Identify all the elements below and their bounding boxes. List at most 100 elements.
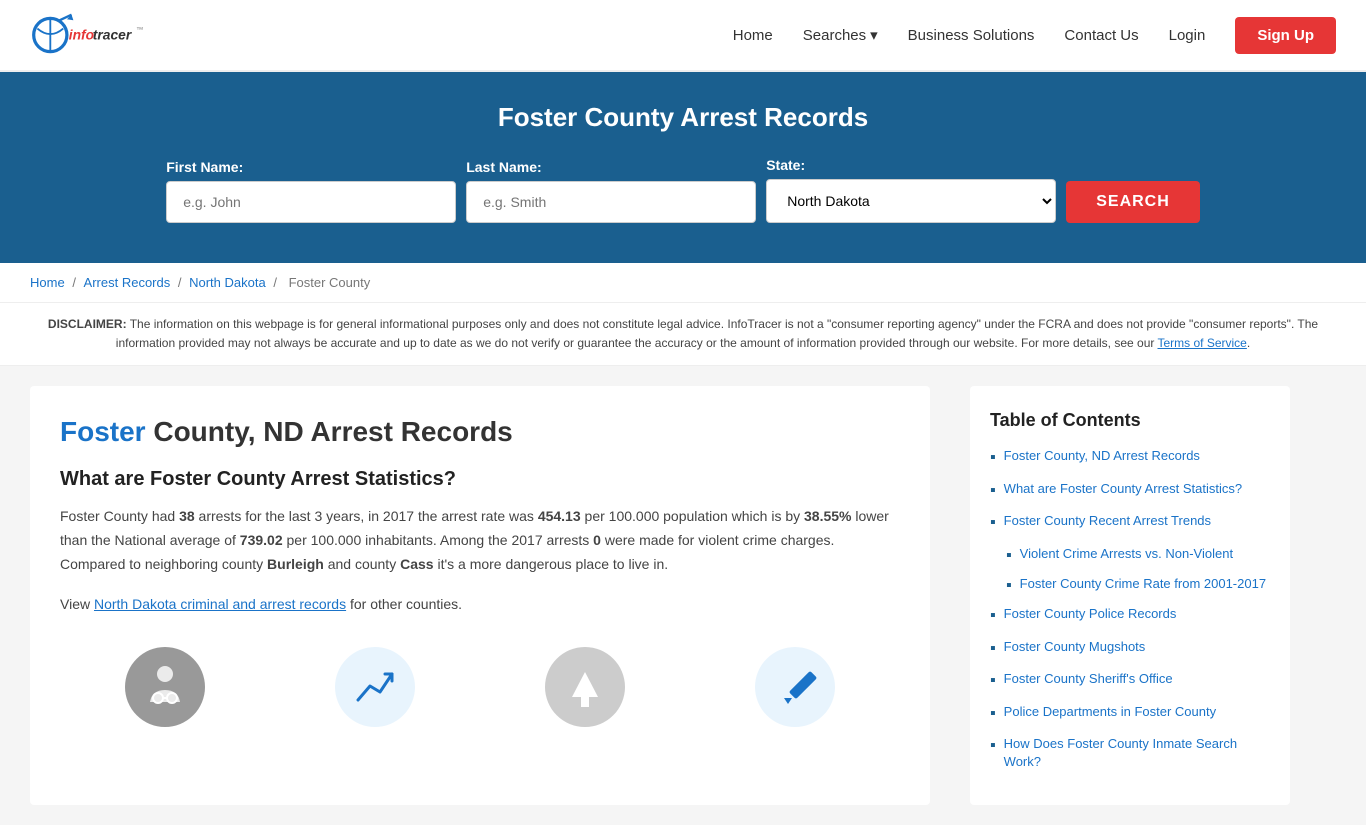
section1-paragraph2: View North Dakota criminal and arrest re…: [60, 593, 900, 617]
p1-text3: per 100.000 population which is by: [581, 508, 804, 524]
chevron-down-icon: ▾: [870, 26, 878, 44]
svg-text:tracer: tracer: [93, 27, 133, 43]
toc-link[interactable]: How Does Foster County Inmate Search Wor…: [1004, 735, 1270, 771]
signup-button[interactable]: Sign Up: [1235, 17, 1336, 54]
breadcrumb-sep3: /: [273, 275, 280, 290]
toc-sub-bullet: ▪: [1006, 575, 1012, 597]
state-select[interactable]: AlabamaAlaskaArizonaArkansasCaliforniaCo…: [766, 179, 1056, 223]
toc-item: ▪ Foster County, ND Arrest Records: [990, 447, 1270, 469]
content-area: Foster County, ND Arrest Records What ar…: [30, 386, 930, 805]
first-name-label: First Name:: [166, 159, 456, 175]
toc-item: ▪ How Does Foster County Inmate Search Wo…: [990, 735, 1270, 771]
icon-item-4: [690, 647, 900, 727]
icon-item-1: [60, 647, 270, 727]
toc-bullet: ▪: [990, 447, 996, 469]
arrest-icon: [125, 647, 205, 727]
last-name-input[interactable]: [466, 181, 756, 223]
pencil-icon: [755, 647, 835, 727]
icon-row: [60, 637, 900, 727]
nav-business-solutions[interactable]: Business Solutions: [908, 27, 1035, 44]
p1-national-avg: 739.02: [240, 532, 283, 548]
p1-text8: it's a more dangerous place to live in.: [434, 556, 669, 572]
p1-intro: Foster County had: [60, 508, 179, 524]
toc-link[interactable]: Foster County Recent Arrest Trends: [1004, 512, 1211, 530]
toc-sub-link[interactable]: Violent Crime Arrests vs. Non-Violent: [1020, 545, 1233, 563]
breadcrumb-north-dakota[interactable]: North Dakota: [189, 275, 266, 290]
disclaimer-bar: DISCLAIMER: The information on this webp…: [0, 303, 1366, 366]
main-nav: Home Searches ▾ Business Solutions Conta…: [733, 17, 1336, 54]
section1-heading: What are Foster County Arrest Statistics…: [60, 468, 900, 491]
nd-criminal-records-link[interactable]: North Dakota criminal and arrest records: [94, 596, 346, 612]
content-title-rest: County, ND Arrest Records: [146, 416, 513, 447]
trend-up-icon: [335, 647, 415, 727]
p1-pct: 38.55%: [804, 508, 851, 524]
toc-sub-link[interactable]: Foster County Crime Rate from 2001-2017: [1020, 575, 1266, 593]
header: info tracer ™ Home Searches ▾ Business S…: [0, 0, 1366, 72]
toc-item: ▪ What are Foster County Arrest Statistic…: [990, 480, 1270, 502]
toc-link[interactable]: Foster County Mugshots: [1004, 638, 1146, 656]
state-group: State: AlabamaAlaskaArizonaArkansasCalif…: [766, 157, 1056, 223]
p1-rate: 454.13: [538, 508, 581, 524]
hero-section: Foster County Arrest Records First Name:…: [0, 72, 1366, 263]
toc-sub-bullet: ▪: [1006, 545, 1012, 567]
logo: info tracer ™: [30, 10, 150, 60]
toc-item: ▪ Foster County Recent Arrest Trends: [990, 512, 1270, 534]
breadcrumb-sep1: /: [72, 275, 79, 290]
disclaimer-label: DISCLAIMER:: [48, 317, 127, 331]
toc-bullet: ▪: [990, 512, 996, 534]
toc-bullet: ▪: [990, 480, 996, 502]
p1-num-arrests: 38: [179, 508, 195, 524]
toc-link[interactable]: What are Foster County Arrest Statistics…: [1004, 480, 1242, 498]
nav-home[interactable]: Home: [733, 27, 773, 44]
toc-bullet: ▪: [990, 605, 996, 627]
p1-violent: 0: [593, 532, 601, 548]
hero-title: Foster County Arrest Records: [20, 102, 1346, 133]
toc-bullet: ▪: [990, 638, 996, 660]
first-name-group: First Name:: [166, 159, 456, 223]
sidebar-toc: Table of Contents ▪ Foster County, ND Arr…: [970, 386, 1290, 805]
nav-searches[interactable]: Searches ▾: [803, 26, 878, 44]
disclaimer-period: .: [1247, 336, 1250, 350]
p2-suffix: for other counties.: [346, 596, 462, 612]
svg-text:info: info: [69, 27, 94, 43]
state-label: State:: [766, 157, 1056, 173]
last-name-label: Last Name:: [466, 159, 756, 175]
toc-list: ▪ Foster County, ND Arrest Records ▪ What a…: [990, 447, 1270, 771]
toc-item: ▪ Police Departments in Foster County: [990, 703, 1270, 725]
toc-link[interactable]: Foster County Sheriff's Office: [1004, 670, 1173, 688]
toc-bullet: ▪: [990, 735, 996, 757]
toc-link[interactable]: Foster County, ND Arrest Records: [1004, 447, 1200, 465]
tos-link[interactable]: Terms of Service: [1158, 336, 1247, 350]
toc-bullet: ▪: [990, 703, 996, 725]
disclaimer-text: The information on this webpage is for g…: [116, 317, 1318, 350]
search-button[interactable]: SEARCH: [1066, 181, 1200, 223]
toc-link[interactable]: Foster County Police Records: [1004, 605, 1177, 623]
icon-item-2: [270, 647, 480, 727]
p1-text7: and county: [324, 556, 400, 572]
toc-item: ▪ Foster County Sheriff's Office: [990, 670, 1270, 692]
toc-heading: Table of Contents: [990, 410, 1270, 431]
last-name-group: Last Name:: [466, 159, 756, 223]
first-name-input[interactable]: [166, 181, 456, 223]
section1-paragraph1: Foster County had 38 arrests for the las…: [60, 505, 900, 576]
toc-item: ▪ Foster County Police Records: [990, 605, 1270, 627]
nav-contact-us[interactable]: Contact Us: [1064, 27, 1138, 44]
breadcrumb-foster-county: Foster County: [289, 275, 371, 290]
breadcrumb: Home / Arrest Records / North Dakota / F…: [0, 263, 1366, 303]
breadcrumb-arrest-records[interactable]: Arrest Records: [84, 275, 171, 290]
p1-text5: per 100.000 inhabitants. Among the 2017 …: [283, 532, 594, 548]
login-button[interactable]: Login: [1169, 27, 1206, 44]
toc-item: ▪ Foster County Mugshots: [990, 638, 1270, 660]
toc-bullet: ▪: [990, 670, 996, 692]
toc-sub-item: ▪ Violent Crime Arrests vs. Non-Violent: [1006, 545, 1270, 567]
p2-prefix: View: [60, 596, 94, 612]
search-form: First Name: Last Name: State: AlabamaAla…: [20, 157, 1346, 223]
breadcrumb-home[interactable]: Home: [30, 275, 65, 290]
p1-burleigh: Burleigh: [267, 556, 324, 572]
toc-link[interactable]: Police Departments in Foster County: [1004, 703, 1216, 721]
up-arrow-icon: [545, 647, 625, 727]
icon-item-3: [480, 647, 690, 727]
p1-cass: Cass: [400, 556, 433, 572]
p1-text2: arrests for the last 3 years, in 2017 th…: [195, 508, 538, 524]
svg-text:™: ™: [136, 25, 143, 34]
